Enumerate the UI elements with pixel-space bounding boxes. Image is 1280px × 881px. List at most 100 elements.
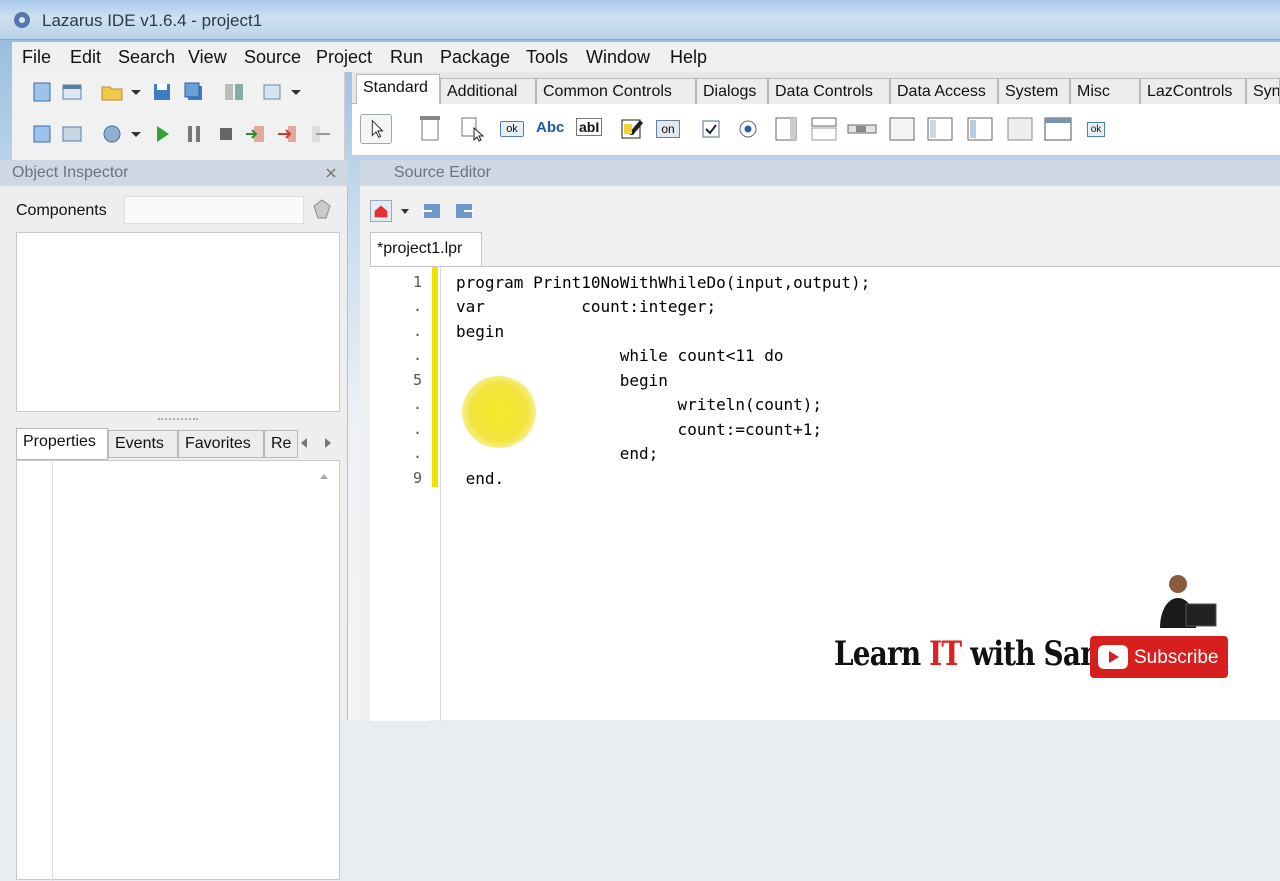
new-unit-icon[interactable]: [30, 80, 54, 104]
menu-window[interactable]: Window: [586, 47, 650, 68]
step-over-icon[interactable]: [276, 122, 300, 146]
tab-common-controls[interactable]: Common Controls: [536, 78, 696, 104]
button-icon[interactable]: ok: [496, 114, 528, 144]
checkbox-icon[interactable]: [694, 114, 726, 144]
main-menu-icon[interactable]: [414, 114, 446, 144]
line-number: .: [412, 420, 422, 438]
menu-file[interactable]: File: [22, 47, 51, 68]
menu-tools[interactable]: Tools: [526, 47, 568, 68]
chevron-down-icon[interactable]: [398, 204, 412, 218]
togglebox-icon-text: on: [656, 120, 680, 138]
view-forms-icon[interactable]: [30, 122, 54, 146]
view-units-icon[interactable]: [260, 80, 284, 104]
memo-icon[interactable]: [616, 114, 648, 144]
component-palette-tabs: Standard Additional Common Controls Dial…: [352, 72, 1280, 105]
subscribe-button[interactable]: Subscribe: [1090, 636, 1228, 678]
radiobutton-icon[interactable]: [732, 114, 764, 144]
tab-system[interactable]: System: [998, 78, 1070, 104]
step-out-icon[interactable]: [308, 122, 332, 146]
button-icon-text: ok: [500, 121, 524, 137]
tab-additional[interactable]: Additional: [440, 78, 536, 104]
menu-project[interactable]: Project: [316, 47, 372, 68]
actionlist-icon[interactable]: ok: [1080, 114, 1112, 144]
tab-misc[interactable]: Misc: [1070, 78, 1140, 104]
open-folder-icon[interactable]: [100, 80, 124, 104]
popup-menu-icon[interactable]: [456, 114, 488, 144]
code-line: program Print10NoWithWhileDo(input,outpu…: [456, 273, 871, 292]
run-icon[interactable]: [150, 122, 174, 146]
save-all-icon[interactable]: [182, 80, 206, 104]
listbox-icon[interactable]: [770, 114, 802, 144]
source-editor-title: Source Editor: [360, 160, 1280, 186]
tab-data-controls[interactable]: Data Controls: [768, 78, 890, 104]
source-editor-toolbar: [360, 196, 1280, 228]
tab-dialogs[interactable]: Dialogs: [696, 78, 768, 104]
groupbox-icon[interactable]: [886, 114, 918, 144]
components-filter-input[interactable]: [124, 196, 304, 224]
menu-run[interactable]: Run: [390, 47, 423, 68]
pause-icon[interactable]: [182, 122, 206, 146]
component-tree[interactable]: [16, 232, 340, 412]
frame-icon[interactable]: [1042, 114, 1074, 144]
save-icon[interactable]: [150, 80, 174, 104]
tab-lazcontrols[interactable]: LazControls: [1140, 78, 1246, 104]
checkgroup-icon[interactable]: [964, 114, 996, 144]
object-inspector-tabs: Properties Events Favorites Re: [16, 428, 340, 460]
edit-icon[interactable]: abI: [576, 114, 608, 144]
code-area[interactable]: program Print10NoWithWhileDo(input,outpu…: [456, 267, 1256, 497]
brand-text-it: IT: [929, 634, 962, 674]
tab-syn[interactable]: Syn: [1246, 78, 1280, 104]
window-title: Lazarus IDE v1.6.4 - project1: [42, 11, 263, 30]
combobox-icon[interactable]: [808, 114, 840, 144]
new-form-icon[interactable]: [60, 122, 84, 146]
menu-edit[interactable]: Edit: [70, 47, 101, 68]
tab-standard[interactable]: Standard: [356, 74, 440, 105]
build-mode-icon[interactable]: [100, 122, 124, 146]
bookmark-icon[interactable]: [370, 200, 392, 222]
chevron-down-icon[interactable]: [124, 80, 148, 104]
radiogroup-icon[interactable]: [924, 114, 956, 144]
modified-lines-marker: [432, 267, 438, 487]
menu-help[interactable]: Help: [670, 47, 707, 68]
menu-source[interactable]: Source: [244, 47, 301, 68]
chevron-left-icon[interactable]: [294, 432, 316, 454]
code-line: end.: [456, 469, 505, 488]
scroll-up-icon[interactable]: [317, 469, 331, 483]
code-line: while count<11 do: [456, 346, 784, 365]
tab-events[interactable]: Events: [108, 430, 178, 458]
splitter-handle[interactable]: [158, 418, 198, 422]
youtube-play-icon: [1098, 645, 1128, 669]
new-form-icon[interactable]: [60, 80, 84, 104]
edit-icon-text: abI: [576, 118, 603, 136]
line-number: 1: [412, 273, 422, 291]
chevron-down-icon[interactable]: [124, 122, 148, 146]
label-icon[interactable]: Abc: [536, 114, 568, 144]
property-grid[interactable]: [16, 460, 340, 881]
toggle-form-unit-icon[interactable]: [222, 80, 246, 104]
menu-bar: File Edit Search View Source Project Run…: [12, 42, 1280, 72]
chevron-down-icon[interactable]: [284, 80, 308, 104]
filter-clear-icon[interactable]: [308, 196, 336, 224]
menu-search[interactable]: Search: [118, 47, 175, 68]
tab-properties[interactable]: Properties: [16, 428, 108, 460]
menu-package[interactable]: Package: [440, 47, 510, 68]
line-number: .: [412, 322, 422, 340]
line-number: .: [412, 444, 422, 462]
panel-icon[interactable]: [1004, 114, 1036, 144]
stop-icon[interactable]: [214, 122, 238, 146]
object-inspector-title: Object Inspector: [0, 160, 348, 186]
line-number: .: [412, 346, 422, 364]
menu-view[interactable]: View: [188, 47, 227, 68]
jump-forward-icon[interactable]: [452, 200, 476, 222]
pointer-icon[interactable]: [360, 114, 392, 144]
tab-restricted[interactable]: Re: [264, 430, 298, 458]
scrollbar-icon[interactable]: [846, 114, 878, 144]
jump-back-icon[interactable]: [420, 200, 444, 222]
tab-data-access[interactable]: Data Access: [890, 78, 998, 104]
close-icon[interactable]: [324, 166, 338, 180]
step-into-icon[interactable]: [244, 122, 268, 146]
tab-favorites[interactable]: Favorites: [178, 430, 264, 458]
file-tab-project1[interactable]: *project1.lpr: [370, 232, 482, 266]
chevron-right-icon[interactable]: [316, 432, 338, 454]
togglebox-icon[interactable]: on: [652, 114, 684, 144]
